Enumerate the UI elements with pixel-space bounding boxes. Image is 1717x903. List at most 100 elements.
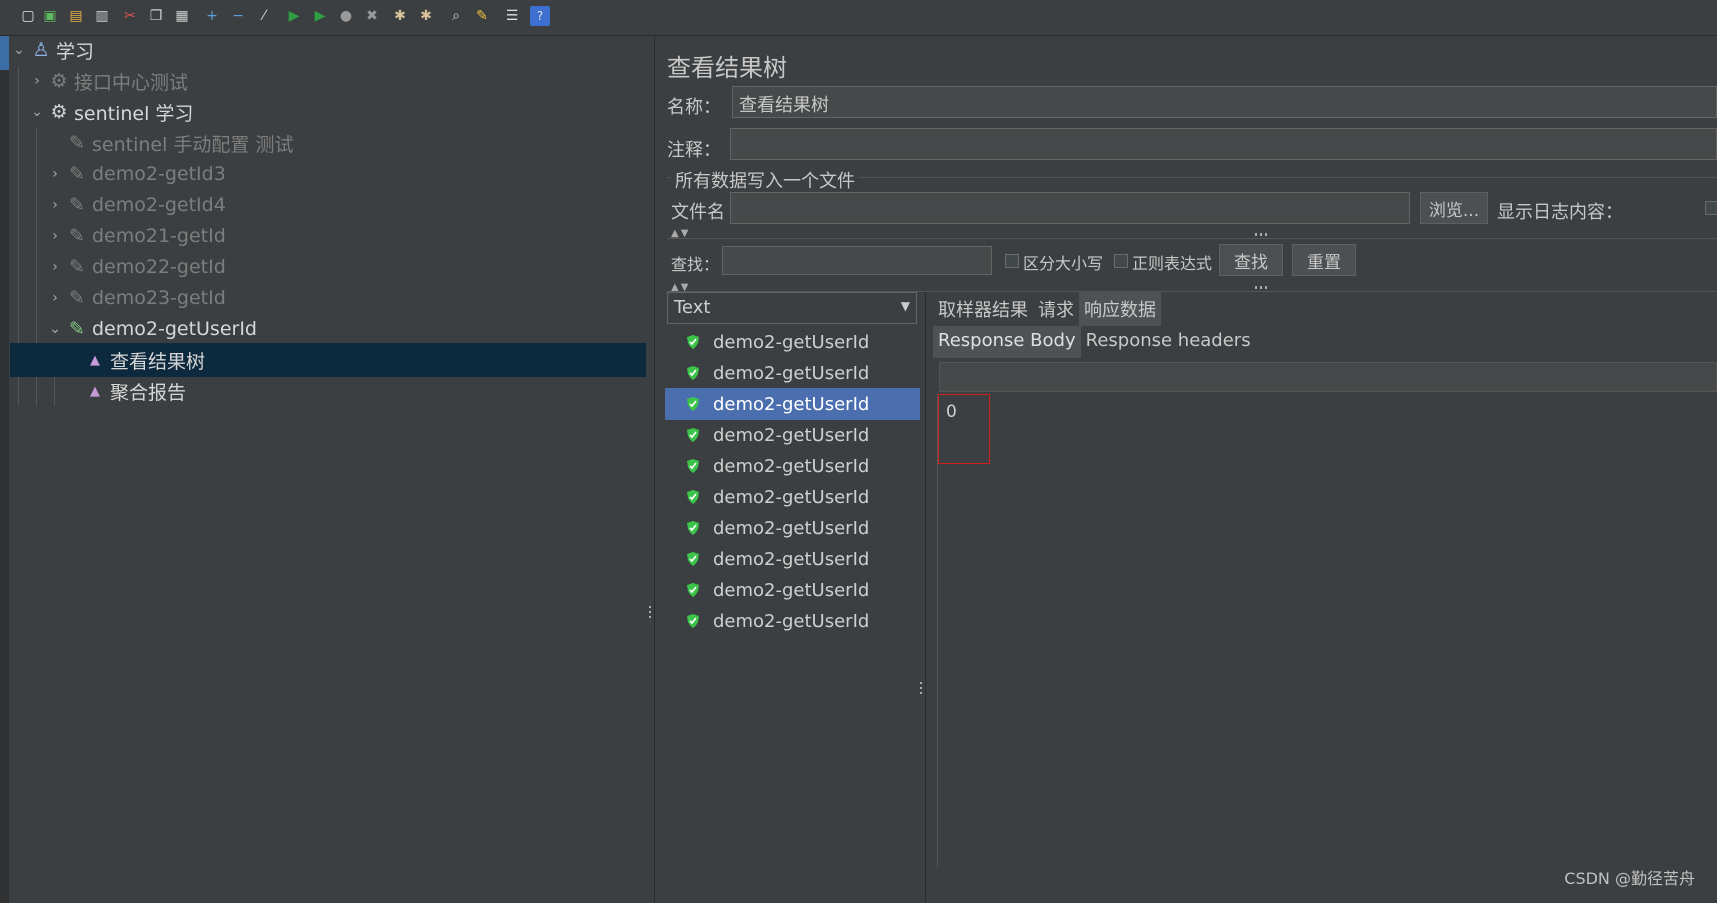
- chevron-right-icon[interactable]: ›: [48, 290, 62, 306]
- tree-node[interactable]: › ✎ demo23-getId: [10, 281, 646, 315]
- new-icon[interactable]: ▢: [18, 6, 38, 26]
- result-item[interactable]: demo2-getUserId: [665, 574, 920, 606]
- chevron-down-icon[interactable]: ⌄: [12, 42, 26, 58]
- result-item[interactable]: demo2-getUserId: [665, 357, 920, 389]
- search-icon[interactable]: ⌕: [446, 6, 466, 26]
- reset-button[interactable]: 重置: [1292, 244, 1356, 276]
- divider: [667, 238, 1717, 239]
- name-field[interactable]: 查看结果树: [732, 86, 1717, 118]
- stop-icon[interactable]: ●: [336, 6, 356, 26]
- result-item[interactable]: demo2-getUserId: [665, 605, 920, 637]
- detail-tab[interactable]: 响应数据: [1079, 292, 1161, 326]
- chevron-right-icon[interactable]: ›: [48, 197, 62, 213]
- response-subtab[interactable]: Response Body: [933, 326, 1081, 358]
- pencil-icon: ✎: [69, 287, 85, 309]
- paste-icon[interactable]: ▦: [172, 6, 192, 26]
- function-helper-icon[interactable]: ☰: [502, 6, 522, 26]
- comment-field[interactable]: [730, 128, 1717, 160]
- pencil-icon: ✎: [69, 163, 85, 185]
- chevron-down-icon[interactable]: ⌄: [30, 104, 44, 120]
- gear-icon: ⚙: [50, 101, 68, 123]
- copy-icon[interactable]: ❐: [146, 6, 166, 26]
- watermark: CSDN @勤径苦舟: [1564, 869, 1695, 888]
- section-grip[interactable]: [1255, 233, 1269, 236]
- save-icon[interactable]: ▥: [92, 6, 112, 26]
- detail-tab[interactable]: 取样器结果: [933, 292, 1033, 326]
- response-subtab[interactable]: Response headers: [1081, 326, 1256, 358]
- toggle-icon[interactable]: ⁄: [254, 6, 274, 26]
- cut-icon[interactable]: ✂: [120, 6, 140, 26]
- clear-icon[interactable]: ✱: [390, 6, 410, 26]
- regex-checkbox[interactable]: [1114, 254, 1128, 268]
- chevron-right-icon[interactable]: ›: [48, 166, 62, 182]
- result-item[interactable]: demo2-getUserId: [665, 388, 920, 420]
- result-item-label: demo2-getUserId: [713, 455, 870, 477]
- result-item[interactable]: demo2-getUserId: [665, 481, 920, 513]
- tree-node[interactable]: › ✎ demo2-getId3: [10, 157, 646, 191]
- clear-all-icon[interactable]: ✱: [416, 6, 436, 26]
- tree-node-label: 接口中心测试: [74, 71, 189, 94]
- search-input[interactable]: [722, 246, 992, 275]
- tree-node[interactable]: ▲ 聚合报告: [10, 374, 646, 408]
- results-splitter[interactable]: [925, 292, 926, 903]
- start-no-pause-icon[interactable]: ▶: [310, 6, 330, 26]
- tree-node[interactable]: ⌄ ⚙ sentinel 学习: [10, 95, 646, 129]
- result-item-label: demo2-getUserId: [713, 486, 870, 508]
- chevron-right-icon[interactable]: ›: [48, 259, 62, 275]
- tree-node[interactable]: › ⚙ 接口中心测试: [10, 64, 646, 98]
- tree-node[interactable]: › ✎ demo21-getId: [10, 219, 646, 253]
- chevron-right-icon[interactable]: ›: [30, 73, 44, 89]
- templates-icon[interactable]: ▣: [40, 6, 60, 26]
- tree-node[interactable]: › ✎ demo2-getId4: [10, 188, 646, 222]
- results-splitter-grip[interactable]: [920, 682, 922, 696]
- section-grip[interactable]: [1255, 286, 1269, 289]
- tree-node[interactable]: ⌄ ✎ demo2-getUserId: [10, 312, 646, 346]
- success-shield-icon: [683, 366, 703, 380]
- page-title: 查看结果树: [667, 54, 787, 82]
- tree-node-label: sentinel 学习: [74, 102, 194, 125]
- renderer-select[interactable]: Text ▼: [667, 292, 917, 324]
- renderer-select-value: Text: [674, 297, 711, 318]
- tree-node[interactable]: ▲ 查看结果树: [10, 343, 646, 377]
- log-errors-checkbox[interactable]: [1705, 201, 1717, 215]
- log-content-label: 显示日志内容：: [1497, 202, 1623, 223]
- response-body-text: 0: [946, 402, 957, 422]
- result-item-label: demo2-getUserId: [713, 393, 870, 415]
- detail-tab[interactable]: 请求: [1033, 292, 1079, 326]
- chart-icon: ▲: [90, 352, 100, 368]
- find-button[interactable]: 查找: [1219, 244, 1283, 276]
- tree-node[interactable]: ⌄ ♙ 学习: [10, 33, 646, 67]
- tree-node[interactable]: ✎ sentinel 手动配置 测试: [10, 126, 646, 160]
- case-sensitive-label: 区分大小写: [1023, 254, 1104, 273]
- pencil-icon: ✎: [69, 318, 85, 340]
- result-item[interactable]: demo2-getUserId: [665, 512, 920, 544]
- filename-label: 文件名: [671, 202, 725, 223]
- case-sensitive-checkbox[interactable]: [1005, 254, 1019, 268]
- open-icon[interactable]: ▤: [66, 6, 86, 26]
- result-item[interactable]: demo2-getUserId: [665, 450, 920, 482]
- splitter-grip[interactable]: [649, 606, 651, 620]
- shutdown-icon[interactable]: ✖: [362, 6, 382, 26]
- chevron-down-icon[interactable]: ⌄: [48, 321, 62, 337]
- view-results-tree-panel: 查看结果树 名称： 查看结果树 注释： 所有数据写入一个文件 文件名 浏览...…: [655, 36, 1717, 903]
- start-icon[interactable]: ▶: [284, 6, 304, 26]
- tree-node-label: demo22-getId: [92, 256, 226, 278]
- comment-label: 注释：: [667, 140, 721, 161]
- tree-node-label: 学习: [56, 40, 95, 63]
- success-shield-icon: [683, 614, 703, 628]
- test-plan-tree[interactable]: ⌄ ♙ 学习 › ⚙ 接口中心测试 ⌄ ⚙ sentinel 学习 ✎ sentinel 手动配置 …: [10, 36, 647, 903]
- tree-node[interactable]: › ✎ demo22-getId: [10, 250, 646, 284]
- response-body-area[interactable]: 0: [937, 394, 1717, 867]
- browse-button[interactable]: 浏览...: [1420, 192, 1488, 224]
- help-icon[interactable]: ?: [530, 6, 550, 26]
- expand-icon[interactable]: +: [202, 6, 222, 26]
- main-splitter[interactable]: [646, 36, 655, 903]
- reset-search-icon[interactable]: ✎: [472, 6, 492, 26]
- filename-field[interactable]: [730, 192, 1410, 224]
- collapse-icon[interactable]: −: [228, 6, 248, 26]
- chevron-right-icon[interactable]: ›: [48, 228, 62, 244]
- result-item[interactable]: demo2-getUserId: [665, 326, 920, 358]
- result-item[interactable]: demo2-getUserId: [665, 419, 920, 451]
- tree-node-label: 聚合报告: [110, 381, 187, 404]
- result-item[interactable]: demo2-getUserId: [665, 543, 920, 575]
